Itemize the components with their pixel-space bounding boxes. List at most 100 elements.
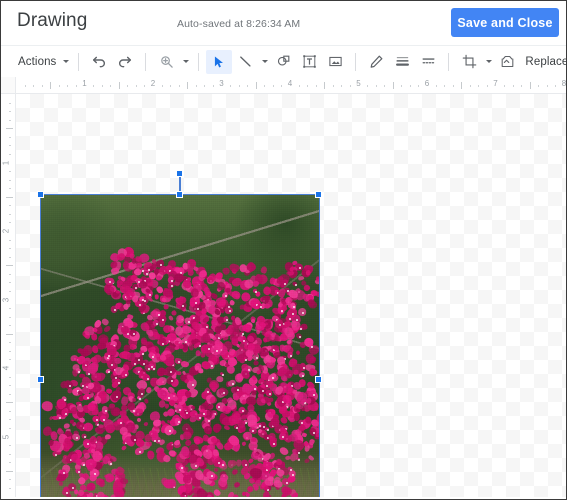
redo-button[interactable] — [112, 50, 138, 74]
resize-handle-middle-right[interactable] — [315, 375, 322, 383]
toolbar-separator — [448, 52, 450, 71]
ruler-tick — [546, 85, 548, 87]
ruler-tick — [9, 419, 11, 421]
ruler-tick — [324, 82, 326, 89]
ruler-tick-label: 4 — [287, 79, 293, 88]
line-color-tool[interactable] — [363, 50, 389, 74]
ruler-tick — [67, 85, 69, 87]
ruler-tick — [9, 179, 11, 181]
drawing-editor-window: Drawing Auto-saved at 8:26:34 AM Save an… — [0, 0, 567, 500]
actions-menu[interactable]: Actions — [15, 50, 71, 74]
image-tool[interactable] — [322, 50, 348, 74]
chevron-down-icon — [63, 60, 70, 63]
work-area: 1 2 3 4 5 6 7 8 1 2 3 4 5 — [1, 77, 566, 497]
ruler-tick — [118, 82, 120, 89]
replace-image-tool[interactable]: Replace image — [494, 50, 567, 74]
save-and-close-button[interactable]: Save and Close — [451, 8, 559, 37]
ruler-tick — [555, 85, 557, 87]
resize-handle-middle-left[interactable] — [37, 375, 44, 383]
ruler-tick — [264, 85, 266, 87]
undo-button[interactable] — [86, 50, 112, 74]
ruler-tick-label: 2 — [1, 228, 11, 234]
drawing-canvas[interactable] — [16, 94, 566, 497]
ruler-tick — [9, 188, 11, 190]
ruler-tick — [9, 102, 11, 104]
ruler-tick — [349, 85, 351, 87]
ruler-tick — [127, 85, 129, 87]
ruler-tick — [521, 85, 523, 87]
ruler-tick — [161, 85, 163, 87]
header-bar: Drawing Auto-saved at 8:26:34 AM Save an… — [1, 1, 566, 45]
ruler-tick — [444, 85, 446, 87]
ruler-tick — [9, 316, 11, 318]
ruler-tick — [9, 171, 11, 173]
select-tool[interactable] — [206, 49, 233, 74]
ruler-tick — [298, 85, 300, 87]
ruler-tick — [9, 205, 11, 207]
ruler-tick — [409, 85, 411, 87]
ruler-tick — [9, 393, 11, 395]
ruler-tick — [9, 427, 11, 429]
ruler-tick — [6, 402, 13, 404]
line-tool[interactable] — [232, 50, 270, 74]
ruler-tick — [9, 487, 11, 489]
ruler-tick — [9, 308, 11, 310]
resize-handle-top-right[interactable] — [315, 191, 322, 198]
ruler-tick — [281, 85, 283, 87]
bougainvillea-photo[interactable] — [41, 195, 319, 497]
ruler-tick — [9, 136, 11, 138]
shape-tool[interactable] — [270, 50, 296, 74]
ruler-tick — [9, 410, 11, 412]
resize-handle-top-left[interactable] — [37, 191, 44, 198]
ruler-tick — [538, 85, 540, 87]
line-dash-tool[interactable] — [415, 50, 441, 74]
ruler-tick — [6, 128, 13, 130]
ruler-tick — [75, 85, 77, 87]
ruler-tick — [435, 85, 437, 87]
ruler-tick — [9, 350, 11, 352]
replace-image-icon — [494, 50, 520, 74]
horizontal-ruler[interactable]: 1 2 3 4 5 6 7 8 — [1, 77, 566, 94]
ruler-tick-label: 5 — [1, 434, 11, 439]
ruler-tick — [384, 85, 386, 87]
ruler-tick — [341, 85, 343, 87]
ruler-tick — [9, 290, 11, 292]
ruler-tick — [272, 85, 274, 87]
ruler-tick-label: 3 — [219, 79, 224, 88]
ruler-tick-label: 2 — [150, 79, 156, 88]
ruler-tick — [9, 376, 11, 378]
replace-image-label: Replace image — [525, 55, 567, 68]
ruler-tick — [9, 256, 11, 258]
ruler-tick — [195, 85, 197, 87]
zoom-button[interactable] — [153, 50, 191, 74]
text-box-tool[interactable] — [296, 50, 322, 74]
rotate-handle[interactable] — [176, 170, 183, 177]
chevron-down-icon — [183, 60, 190, 63]
chevron-down-icon — [486, 60, 493, 63]
ruler-tick — [9, 145, 11, 147]
undo-icon — [91, 54, 107, 70]
ruler-tick — [93, 85, 95, 87]
ruler-tick — [486, 85, 488, 87]
resize-handle-top-center[interactable] — [176, 191, 183, 198]
line-weight-tool[interactable] — [389, 50, 415, 74]
ruler-tick — [332, 85, 334, 87]
ruler-tick — [478, 85, 480, 87]
ruler-tick — [6, 333, 13, 335]
ruler-tick-label: 8 — [561, 79, 566, 88]
selected-image-object[interactable] — [37, 170, 322, 497]
line-icon — [232, 50, 258, 74]
ruler-tick — [101, 85, 103, 87]
ruler-tick — [50, 82, 52, 89]
cursor-arrow-icon — [212, 55, 226, 69]
ruler-tick — [452, 85, 454, 87]
photo-grain — [41, 195, 319, 497]
ruler-tick — [230, 85, 232, 87]
ruler-tick-label: 5 — [356, 79, 361, 88]
page-title: Drawing — [17, 10, 88, 31]
vertical-ruler[interactable]: 1 2 3 4 5 — [1, 94, 16, 497]
ruler-tick-label: 6 — [424, 79, 430, 88]
text-box-icon — [302, 54, 317, 69]
ruler-tick — [58, 85, 60, 87]
crop-tool[interactable] — [456, 50, 494, 74]
